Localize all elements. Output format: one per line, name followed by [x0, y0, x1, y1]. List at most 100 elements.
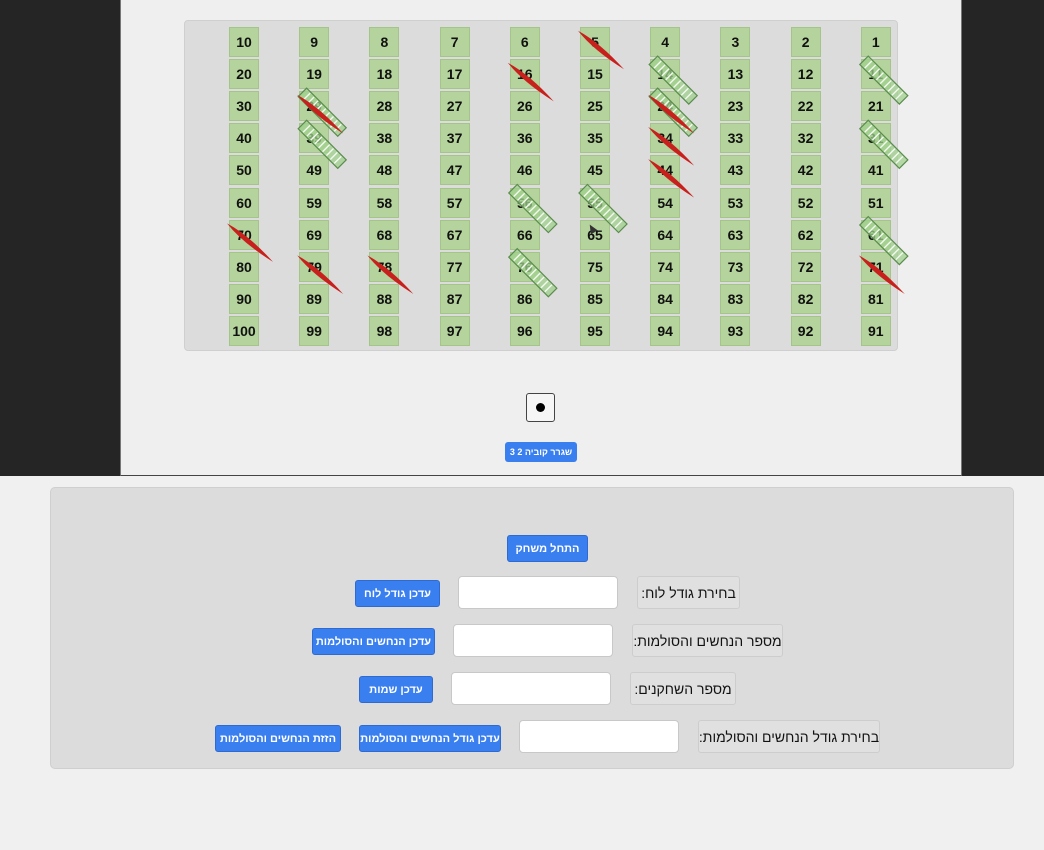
snakes-ladders-size-input[interactable] — [519, 720, 679, 753]
board-cell: 26 — [509, 91, 540, 122]
board-cell: 66 — [509, 219, 540, 250]
board-cell: 65 — [580, 219, 610, 250]
board-cell: 45 — [580, 155, 610, 186]
board-cell: 94 — [650, 315, 681, 346]
board-cell: 5 — [580, 27, 610, 57]
start-game-button[interactable]: התחל משחק — [507, 535, 588, 562]
board-cell: 77 — [439, 251, 470, 282]
board-cell: 82 — [790, 283, 821, 314]
board-cell: 47 — [439, 155, 470, 186]
board-cell: 28 — [369, 91, 400, 122]
board-cell: 68 — [369, 219, 400, 250]
board-cell: 87 — [439, 283, 470, 314]
board-cell: 100 — [229, 315, 259, 346]
board-cell: 91 — [860, 315, 891, 346]
board-cell: 31 — [860, 123, 891, 154]
board-cell: 43 — [720, 155, 751, 186]
board-cell: 37 — [439, 123, 470, 154]
board-cell: 72 — [790, 251, 821, 282]
board-cell: 64 — [650, 219, 681, 250]
board-cell: 67 — [439, 219, 470, 250]
board-cell: 33 — [720, 123, 751, 154]
board-cell: 9 — [299, 27, 330, 57]
board-cell: 80 — [229, 251, 259, 282]
board-cell: 39 — [299, 123, 330, 154]
board-size-input[interactable] — [458, 576, 618, 609]
update-names-button[interactable]: עדכן שמות — [359, 676, 433, 703]
board-cell: 10 — [229, 27, 259, 57]
board-cell: 98 — [369, 315, 400, 346]
board-cell: 55 — [580, 187, 610, 218]
players-count-label: מספר השחקנים: — [630, 672, 736, 705]
board-cell: 54 — [650, 187, 681, 218]
board-cell: 29 — [299, 91, 330, 122]
board-cell: 60 — [229, 187, 259, 218]
board-grid: 10 9 8 7 6 5 4 3 2 1 20 19 18 17 16 15 14 13 12 11 30 29 28 27 2… — [185, 21, 899, 352]
board-cell: 46 — [509, 155, 540, 186]
board-cell: 51 — [860, 187, 891, 218]
board-cell: 36 — [509, 123, 540, 154]
players-count-input[interactable] — [451, 672, 611, 705]
roll-dice-button[interactable]: 3 2 שגרר קוביה — [505, 442, 577, 462]
die[interactable] — [526, 393, 555, 422]
board-cell: 14 — [650, 59, 681, 90]
board-cell: 63 — [720, 219, 751, 250]
board-cell: 7 — [439, 27, 470, 57]
shift-snakes-ladders-button[interactable]: הזזת הנחשים והסולמות — [215, 725, 341, 752]
board-cell: 8 — [369, 27, 400, 57]
board-cell: 92 — [790, 315, 821, 346]
board-cell: 93 — [720, 315, 751, 346]
board-cell: 58 — [369, 187, 400, 218]
board-cell: 61 — [860, 219, 891, 250]
board-cell: 6 — [509, 27, 540, 57]
board-cell: 38 — [369, 123, 400, 154]
snakes-ladders-count-input[interactable] — [453, 624, 613, 657]
board-cell: 62 — [790, 219, 821, 250]
die-pip — [536, 403, 545, 412]
board-cell: 11 — [860, 59, 891, 90]
board-cell: 18 — [369, 59, 400, 90]
snakes-ladders-size-label: בחירת גודל הנחשים והסולמות: — [698, 720, 880, 753]
board-cell: 1 — [860, 27, 891, 57]
board-cell: 4 — [650, 27, 681, 57]
update-snakes-ladders-count-button[interactable]: עדכן הנחשים והסולמות — [312, 628, 435, 655]
update-snakes-ladders-size-button[interactable]: עדכן גודל הנחשים והסולמות — [359, 725, 501, 752]
board-cell: 48 — [369, 155, 400, 186]
board-cell: 49 — [299, 155, 330, 186]
board-cell: 42 — [790, 155, 821, 186]
board-cell: 78 — [369, 251, 400, 282]
board-cell: 73 — [720, 251, 751, 282]
board-cell: 21 — [860, 91, 891, 122]
board-cell: 24 — [650, 91, 681, 122]
board-cell: 57 — [439, 187, 470, 218]
board-cell: 89 — [299, 283, 330, 314]
board-cell: 25 — [580, 91, 610, 122]
board-cell: 12 — [790, 59, 821, 90]
board-size-label: בחירת גודל לוח: — [637, 576, 740, 609]
board-cell: 56 — [509, 187, 540, 218]
board-cell: 22 — [790, 91, 821, 122]
board-cell: 30 — [229, 91, 259, 122]
board-cell: 40 — [229, 123, 259, 154]
board-cell: 69 — [299, 219, 330, 250]
update-board-size-button[interactable]: עדכן גודל לוח — [355, 580, 440, 607]
board-cell: 23 — [720, 91, 751, 122]
board-cell: 74 — [650, 251, 681, 282]
board-cell: 79 — [299, 251, 330, 282]
board-cell: 2 — [790, 27, 821, 57]
board-cell: 32 — [790, 123, 821, 154]
board-cell: 88 — [369, 283, 400, 314]
settings-panel: התחל משחק בחירת גודל לוח: עדכן גודל לוח … — [50, 487, 1014, 769]
board-cell: 19 — [299, 59, 330, 90]
board-cell: 75 — [580, 251, 610, 282]
board-cell: 71 — [860, 251, 891, 282]
board-cell: 90 — [229, 283, 259, 314]
board-cell: 27 — [439, 91, 470, 122]
board-cell: 95 — [580, 315, 610, 346]
board-cell: 41 — [860, 155, 891, 186]
board-cell: 50 — [229, 155, 259, 186]
snakes-ladders-count-label: מספר הנחשים והסולמות: — [632, 624, 783, 657]
game-window: 10 9 8 7 6 5 4 3 2 1 20 19 18 17 16 15 14 13 12 11 30 29 28 27 2… — [120, 0, 962, 476]
board-cell: 34 — [650, 123, 681, 154]
board-cell: 76 — [509, 251, 540, 282]
